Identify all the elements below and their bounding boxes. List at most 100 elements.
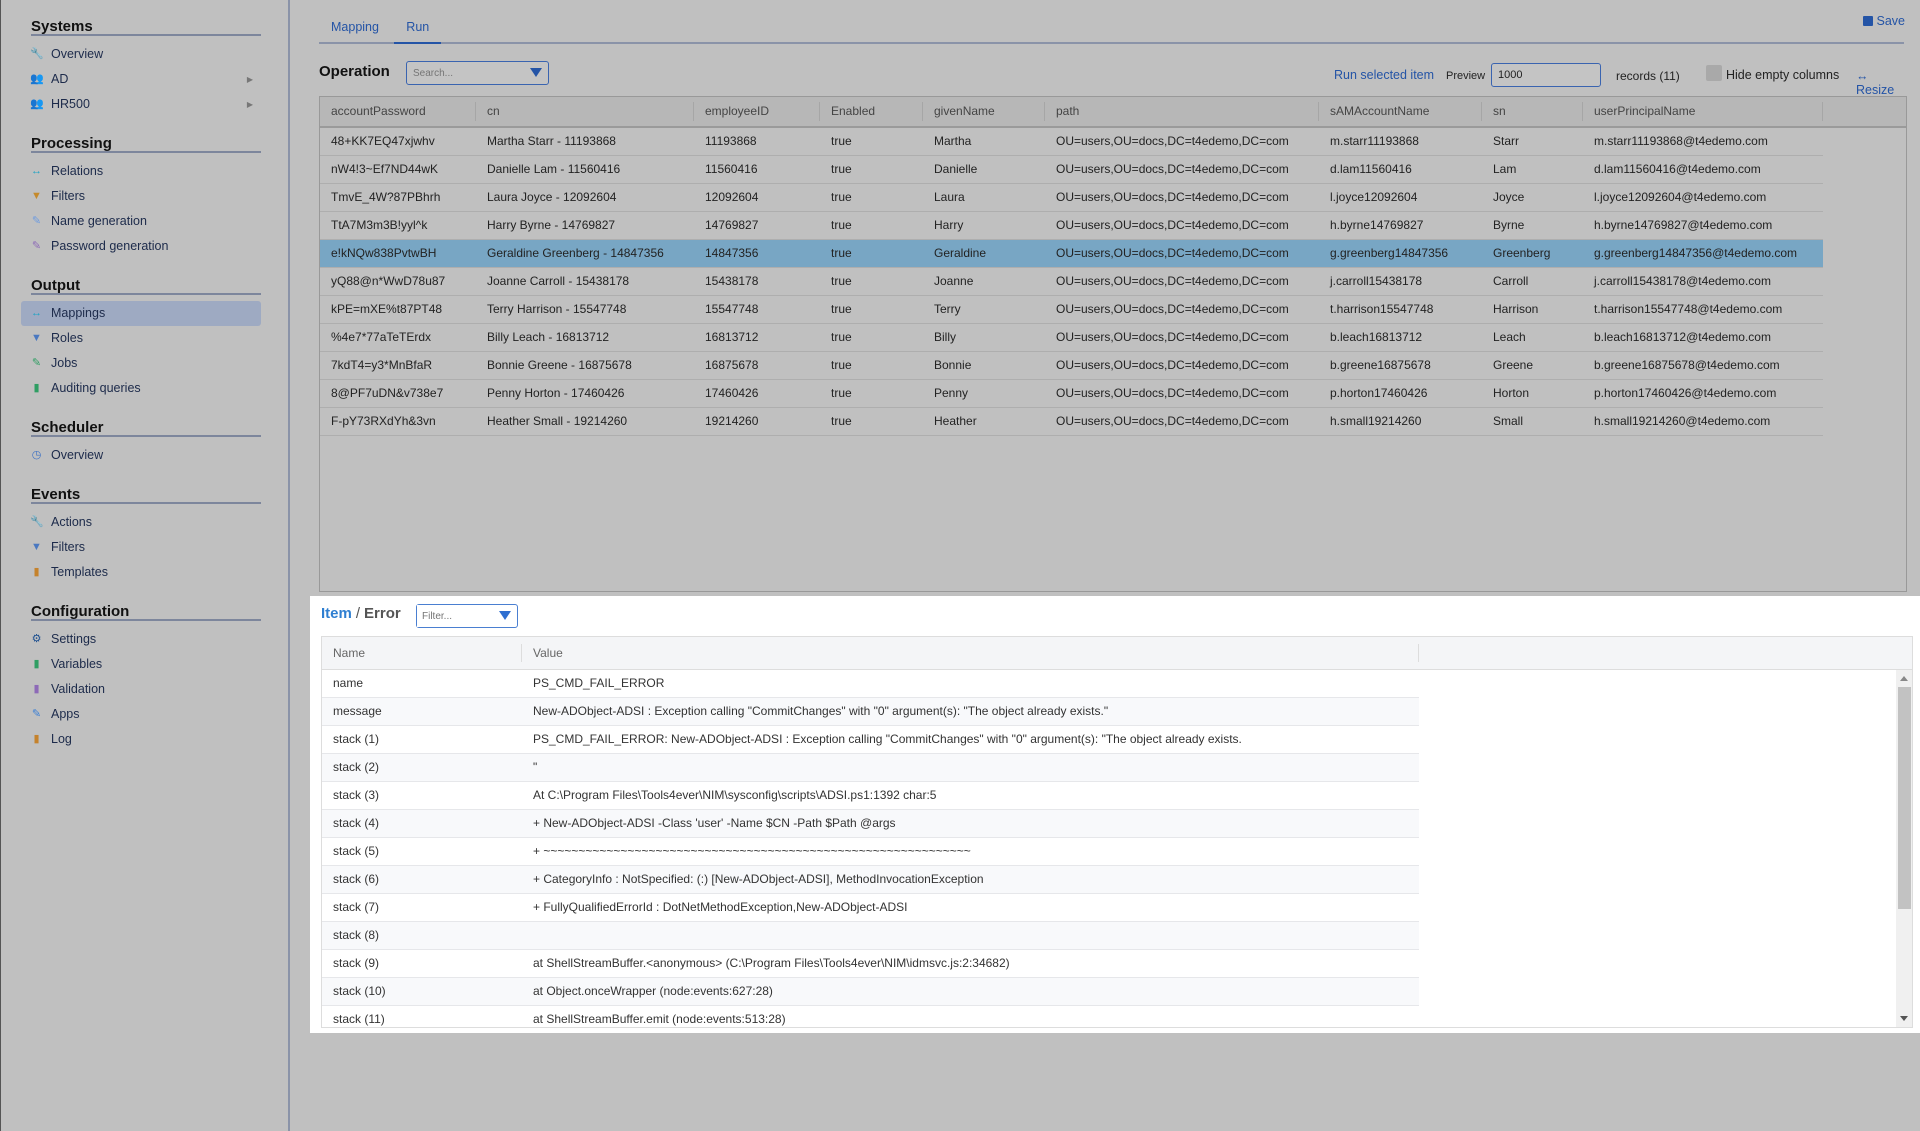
sidebar-item-hr500[interactable]: 👥 HR500 ▶ — [21, 92, 261, 117]
cell-path: OU=users,OU=docs,DC=t4edemo,DC=com — [1056, 190, 1289, 204]
search-input[interactable] — [407, 62, 522, 84]
detail-row[interactable]: stack (7) + FullyQualifiedErrorId : DotNe… — [322, 894, 1419, 922]
sidebar-item-overview[interactable]: ◷ Overview — [21, 443, 261, 468]
expand-arrow-icon[interactable]: ▶ — [247, 92, 253, 117]
detail-row[interactable]: stack (2) " — [322, 754, 1419, 782]
sidebar-item-templates[interactable]: ▮ Templates — [21, 560, 261, 585]
filter-icon[interactable] — [499, 611, 511, 620]
column-header-path[interactable]: path — [1045, 97, 1319, 126]
table-row[interactable]: %4e7*77aTeTErdx Billy Leach - 16813712 168… — [320, 324, 1823, 352]
detail-row[interactable]: stack (6) + CategoryInfo : NotSpecified: … — [322, 866, 1419, 894]
detail-row[interactable]: stack (11) at ShellStreamBuffer.emit (nod… — [322, 1006, 1419, 1027]
operation-search[interactable] — [406, 61, 549, 85]
filter-input[interactable] — [417, 605, 497, 627]
item-link[interactable]: Item — [321, 605, 352, 622]
tab-mapping[interactable]: Mapping — [319, 10, 391, 44]
sidebar-item-label: Relations — [51, 164, 104, 178]
sidebar-item-mappings[interactable]: ↔ Mappings — [21, 301, 261, 326]
detail-row[interactable]: stack (9) at ShellStreamBuffer.<anonymous… — [322, 950, 1419, 978]
run-selected-item-link[interactable]: Run selected item — [1334, 68, 1434, 82]
table-row[interactable]: TmvE_4W?87PBhrh Laura Joyce - 12092604 120… — [320, 184, 1823, 212]
sidebar-item-name-generation[interactable]: ✎ Name generation — [21, 209, 261, 234]
sidebar-item-validation[interactable]: ▮ Validation — [21, 677, 261, 702]
sidebar-section-processing: Processing ↔ Relations ▼ Filters ✎ Name genera… — [31, 117, 261, 259]
column-header-givenname[interactable]: givenName — [923, 97, 1045, 126]
sidebar-item-password-generation[interactable]: ✎ Password generation — [21, 234, 261, 259]
sidebar-item-label: Filters — [51, 189, 86, 203]
detail-row[interactable]: stack (10) at Object.onceWrapper (node:ev… — [322, 978, 1419, 1006]
detail-row[interactable]: stack (5) + ~~~~~~~~~~~~~~~~~~~~~~~~~~~~~… — [322, 838, 1419, 866]
sidebar-item-overview[interactable]: 🔧 Overview — [21, 42, 261, 67]
sidebar-item-auditing-queries[interactable]: ▮ Auditing queries — [21, 376, 261, 401]
cell-path: OU=users,OU=docs,DC=t4edemo,DC=com — [1056, 330, 1289, 344]
column-header-samaccountname[interactable]: sAMAccountName — [1319, 97, 1482, 126]
sidebar-item-apps[interactable]: ✎ Apps — [21, 702, 261, 727]
preview-count-input[interactable] — [1491, 63, 1601, 87]
column-header-enabled[interactable]: Enabled — [820, 97, 923, 126]
records-count: records (11) — [1616, 69, 1680, 83]
sidebar-item-ad[interactable]: 👥 AD ▶ — [21, 67, 261, 92]
sidebar-section-title: Output — [31, 259, 261, 295]
save-label: Save — [1876, 14, 1906, 28]
table-row[interactable]: yQ88@n*WwD78u87 Joanne Carroll - 15438178… — [320, 268, 1823, 296]
table-row[interactable]: 48+KK7EQ47xjwhv Martha Starr - 11193868 11… — [320, 128, 1823, 156]
expand-arrow-icon[interactable]: ▶ — [247, 67, 253, 92]
cell-enabled: true — [831, 162, 852, 176]
cell-path: OU=users,OU=docs,DC=t4edemo,DC=com — [1056, 162, 1289, 176]
cell-samaccountname: p.horton17460426 — [1330, 386, 1428, 400]
table-row[interactable]: e!kNQw838PvtwBH Geraldine Greenberg - 148… — [320, 240, 1823, 268]
scrollbar-thumb[interactable] — [1898, 687, 1911, 909]
cell-cn: Danielle Lam - 11560416 — [487, 162, 621, 176]
sidebar-item-filters[interactable]: ▼ Filters — [21, 535, 261, 560]
sidebar-item-variables[interactable]: ▮ Variables — [21, 652, 261, 677]
detail-row[interactable]: stack (1) PS_CMD_FAIL_ERROR: New-ADObject… — [322, 726, 1419, 754]
scroll-up-arrow-icon[interactable] — [1900, 676, 1908, 681]
table-row[interactable]: F-pY73RXdYh&3vn Heather Small - 19214260 1… — [320, 408, 1823, 436]
table-row[interactable]: 8@PF7uDN&v738e7 Penny Horton - 17460426 17… — [320, 380, 1823, 408]
cell-value: + ~~~~~~~~~~~~~~~~~~~~~~~~~~~~~~~~~~~~~~… — [533, 844, 971, 858]
column-header-userprincipalname[interactable]: userPrincipalName — [1583, 97, 1823, 126]
sidebar-item-filters[interactable]: ▼ Filters — [21, 184, 261, 209]
cell-value: At C:\Program Files\Tools4ever\NIM\sysco… — [533, 788, 937, 802]
resize-button[interactable]: ↔ Resize — [1856, 69, 1904, 97]
cell-samaccountname: m.starr11193868 — [1330, 134, 1419, 148]
sidebar-section-systems: Systems 🔧 Overview 👥 AD ▶ 👥 HR500 ▶ — [30, 0, 261, 117]
detail-row[interactable]: name PS_CMD_FAIL_ERROR — [322, 670, 1419, 698]
detail-filter[interactable] — [416, 604, 518, 628]
cell-value: at ShellStreamBuffer.<anonymous> (C:\Pro… — [533, 956, 1010, 970]
column-header-value[interactable]: Value — [522, 637, 1419, 669]
table-row[interactable]: TtA7M3m3B!yyl^k Harry Byrne - 14769827 147… — [320, 212, 1823, 240]
column-header-cn[interactable]: cn — [476, 97, 694, 126]
vertical-scrollbar[interactable] — [1896, 670, 1912, 1027]
table-row[interactable]: kPE=mXE%t87PT48 Terry Harrison - 15547748… — [320, 296, 1823, 324]
table-row[interactable]: nW4!3~Ef7ND44wK Danielle Lam - 11560416 11… — [320, 156, 1823, 184]
detail-row[interactable]: stack (4) + New-ADObject-ADSI -Class 'use… — [322, 810, 1419, 838]
scroll-down-arrow-icon[interactable] — [1900, 1016, 1908, 1021]
filter-icon[interactable] — [530, 68, 542, 77]
hide-empty-columns-label[interactable]: Hide empty columns — [1726, 68, 1839, 82]
column-header-employeeid[interactable]: employeeID — [694, 97, 820, 126]
cell-accountpassword: kPE=mXE%t87PT48 — [331, 302, 443, 316]
save-button[interactable]: Save — [1862, 14, 1906, 28]
sidebar-item-relations[interactable]: ↔ Relations — [21, 159, 261, 184]
table-row[interactable]: 7kdT4=y3*MnBfaR Bonnie Greene - 16875678 1… — [320, 352, 1823, 380]
detail-row[interactable]: message New-ADObject-ADSI : Exception cal… — [322, 698, 1419, 726]
cell-accountpassword: 8@PF7uDN&v738e7 — [331, 386, 444, 400]
detail-row[interactable]: stack (3) At C:\Program Files\Tools4ever\… — [322, 782, 1419, 810]
column-header-sn[interactable]: sn — [1482, 97, 1583, 126]
tab-run[interactable]: Run — [394, 10, 442, 44]
column-header-accountpassword[interactable]: accountPassword — [320, 97, 476, 126]
sidebar-item-roles[interactable]: ▼ Roles — [21, 326, 261, 351]
cell-cn: Joanne Carroll - 15438178 — [487, 274, 630, 288]
sidebar-item-settings[interactable]: ⚙ Settings — [21, 627, 261, 652]
column-header-name[interactable]: Name — [322, 637, 522, 669]
cell-givenname: Martha — [934, 134, 972, 148]
cell-samaccountname: g.greenberg14847356 — [1330, 246, 1449, 260]
sidebar-item-jobs[interactable]: ✎ Jobs — [21, 351, 261, 376]
cell-value: + FullyQualifiedErrorId : DotNetMethodEx… — [533, 900, 908, 914]
sidebar-item-actions[interactable]: 🔧 Actions — [21, 510, 261, 535]
detail-row[interactable]: stack (8) — [322, 922, 1419, 950]
cell-name: name — [333, 676, 364, 690]
hide-empty-columns-checkbox[interactable] — [1706, 65, 1722, 81]
sidebar-item-log[interactable]: ▮ Log — [21, 727, 261, 752]
